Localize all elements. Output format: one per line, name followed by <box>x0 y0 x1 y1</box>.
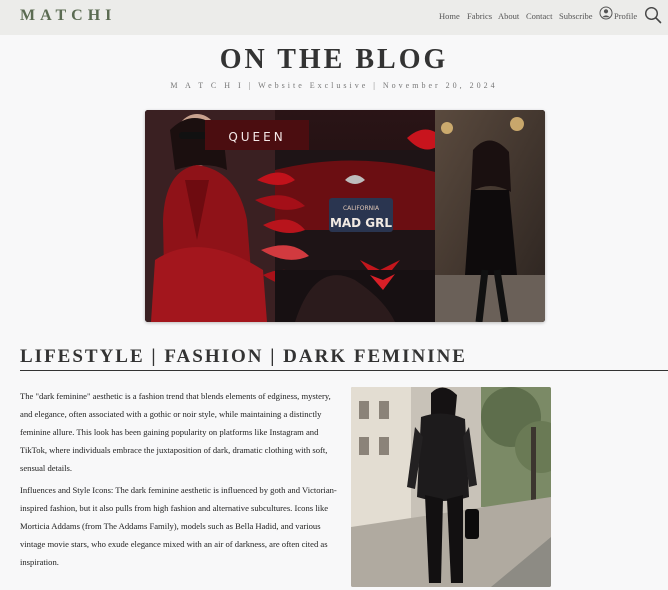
section-heading: LIFESTYLE | FASHION | DARK FEMININE <box>20 346 467 367</box>
hero-collage-graphic: QUEEN CALIFORNIA MAD GRL <box>145 110 545 322</box>
plate-state: CALIFORNIA <box>343 205 380 212</box>
queen-label: QUEEN <box>228 130 285 144</box>
nav-subscribe[interactable]: Subscribe <box>559 11 593 21</box>
page-title: ON THE BLOG <box>219 44 449 75</box>
article-byline: M A T C H I | Website Exclusive | Novemb… <box>170 81 498 90</box>
section-divider <box>20 370 668 371</box>
nav-profile[interactable]: Profile <box>614 11 637 21</box>
article-paragraph-intro: The "dark feminine" aesthetic is a fashi… <box>20 391 331 473</box>
nav-home[interactable]: Home <box>439 11 460 21</box>
nav-fabrics[interactable]: Fabrics <box>467 11 492 21</box>
street-style-graphic <box>351 387 551 587</box>
plate-text: MAD GRL <box>330 216 392 230</box>
top-navigation-bar: MATCHI Home Fabrics About Contact Subscr… <box>0 0 668 35</box>
hero-collage-image: QUEEN CALIFORNIA MAD GRL <box>145 110 545 322</box>
street-style-photo <box>351 387 551 587</box>
profile-icon[interactable] <box>599 6 613 20</box>
nav-contact[interactable]: Contact <box>526 11 552 21</box>
search-icon[interactable] <box>644 6 662 24</box>
site-logo[interactable]: MATCHI <box>20 7 116 25</box>
nav-about[interactable]: About <box>498 11 519 21</box>
article-paragraph-influences: Influences and Style Icons: The dark fem… <box>20 485 337 567</box>
